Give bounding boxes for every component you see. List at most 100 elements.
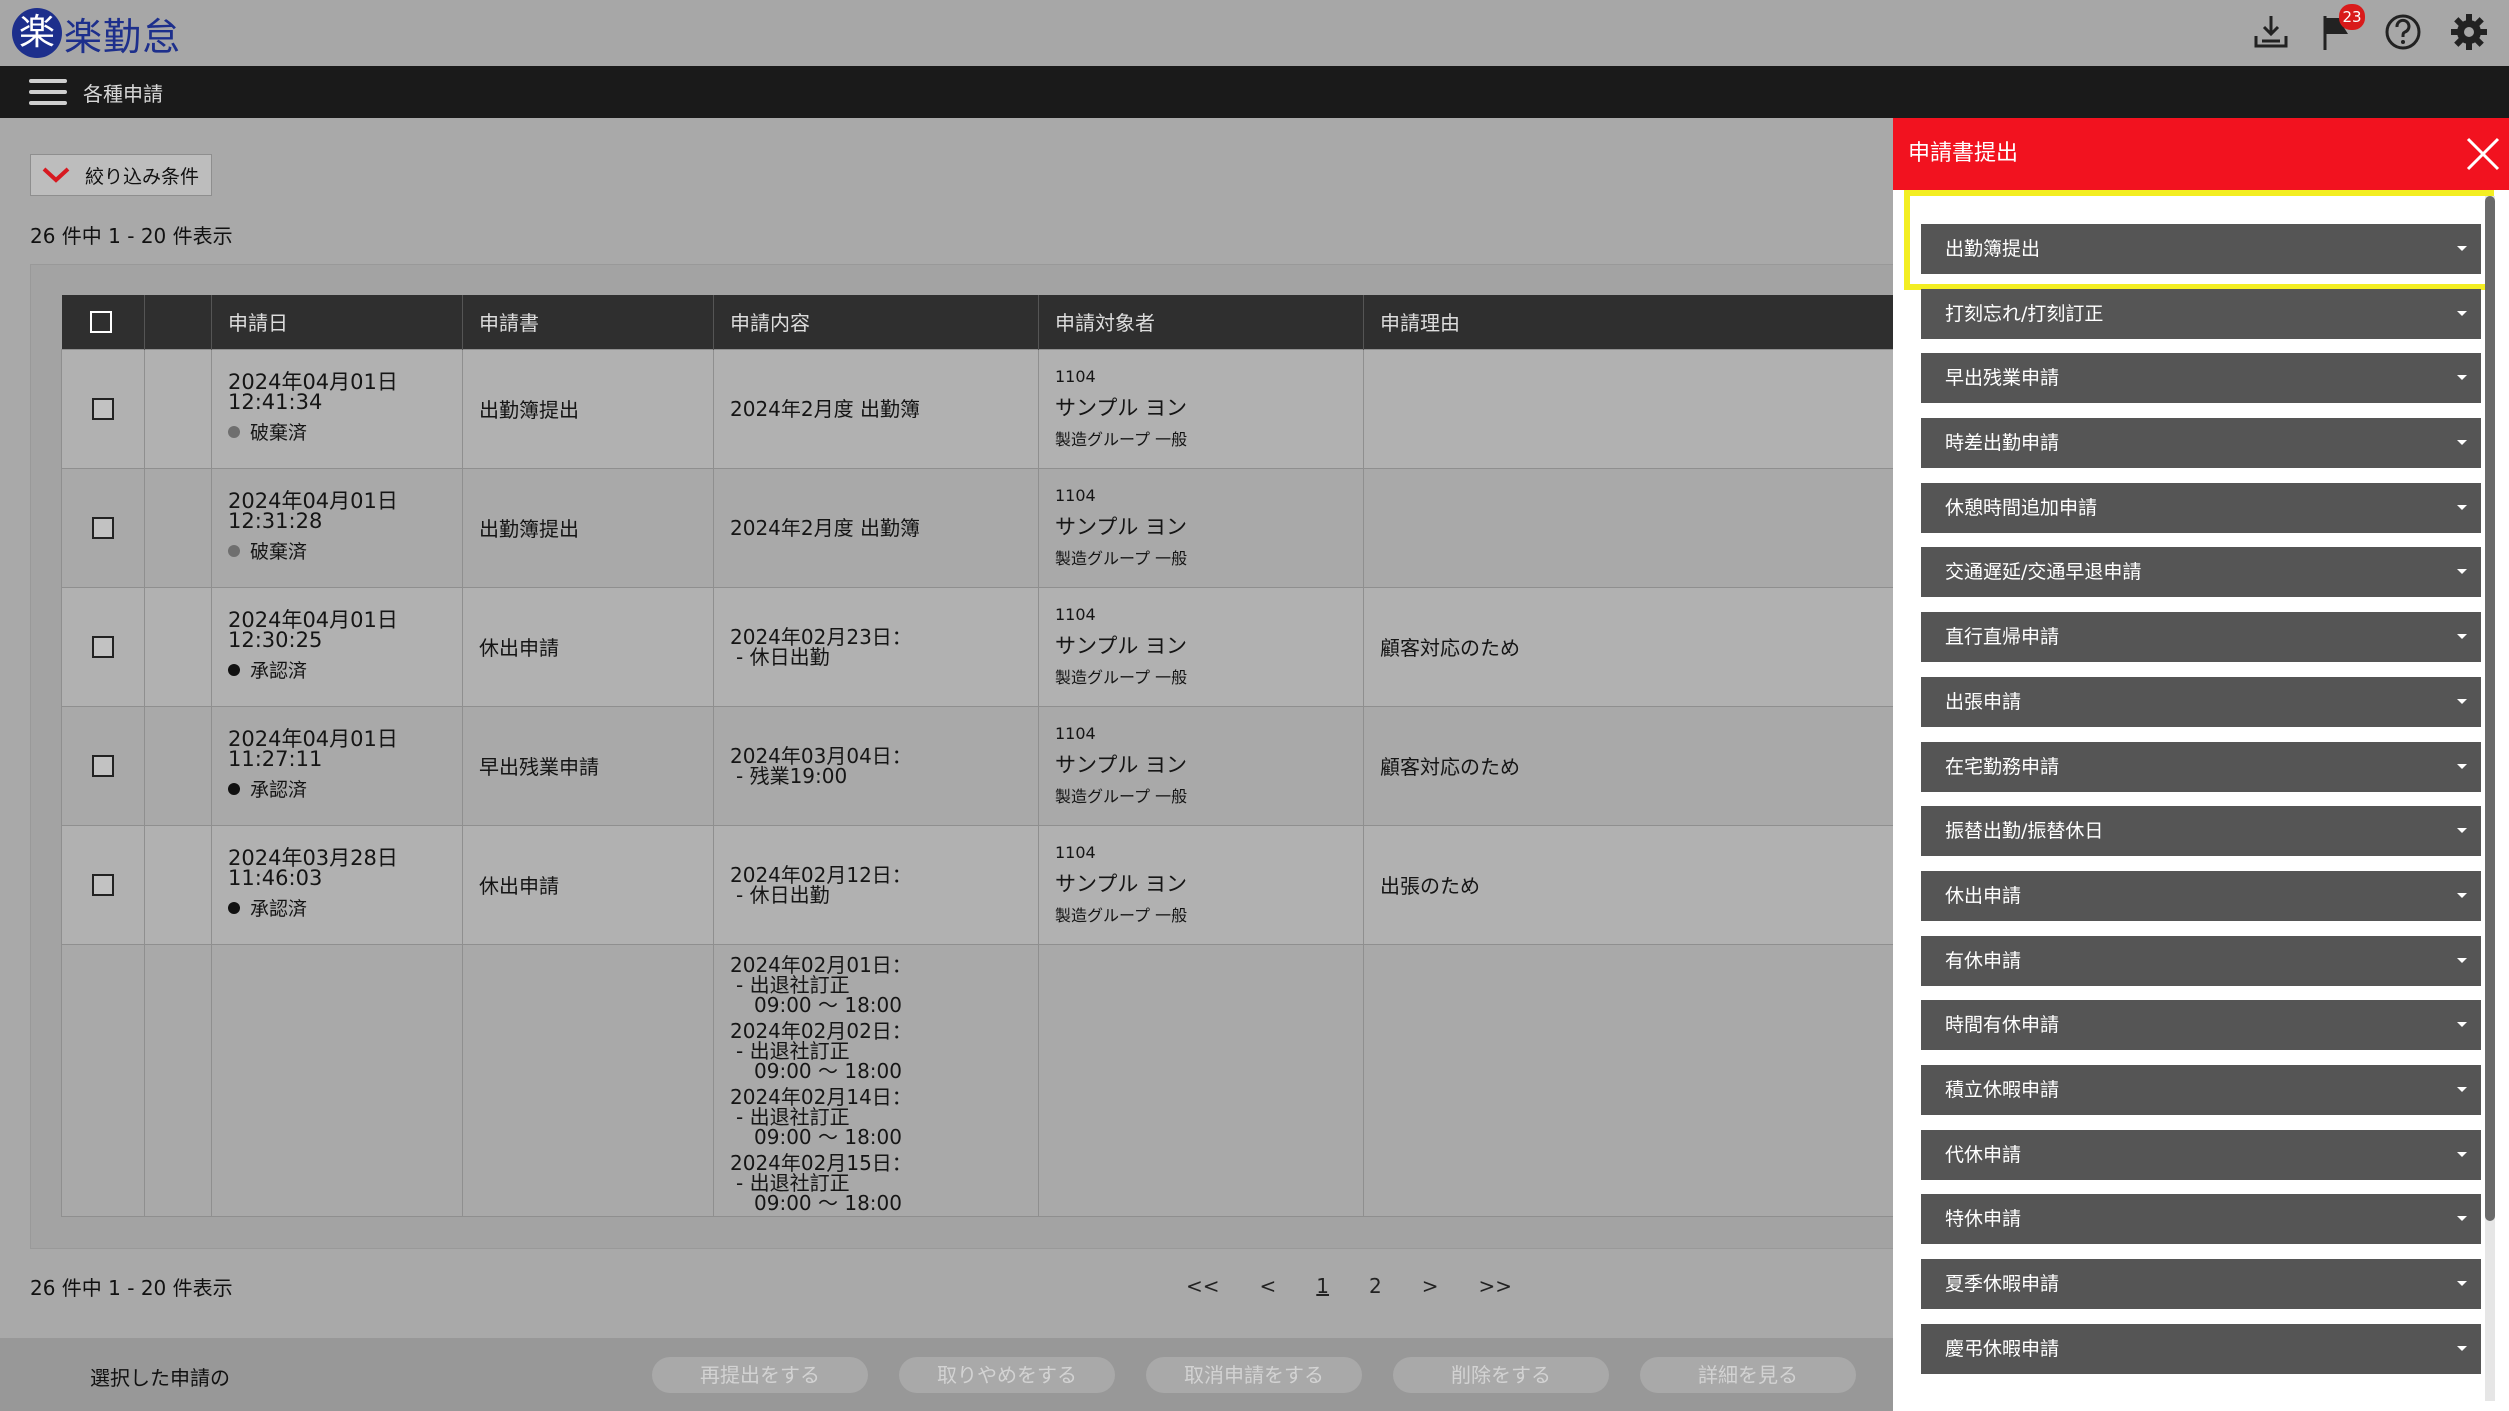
pager-next[interactable]: > <box>1422 1274 1439 1298</box>
application-type-item[interactable]: 振替出勤/振替休日 <box>1921 806 2481 857</box>
filter-toggle-button[interactable]: 絞り込み条件 <box>30 154 212 196</box>
employee-group: 製造グループ 一般 <box>1055 668 1188 687</box>
target-cell: 1104 サンプル ヨン 製造グループ 一般 <box>1038 586 1364 707</box>
table-row[interactable]: 2024年03月28日 11:46:03 承認済 休出申請 2024年02月12日： - … <box>61 824 1902 945</box>
content-line-2: - 休日出勤 <box>736 882 830 907</box>
correction-date: 2024年02月02日： <box>730 1018 912 1043</box>
content-line-2: - 休日出勤 <box>736 644 830 669</box>
content-line-1: 2024年2月度 出勤簿 <box>730 396 920 421</box>
application-time: 11:27:11 <box>228 747 323 771</box>
correction-date: 2024年02月14日： <box>730 1084 912 1109</box>
application-type-item[interactable]: 時差出勤申請 <box>1921 418 2481 469</box>
notification-badge: 23 <box>2339 4 2365 30</box>
filter-label: 絞り込み条件 <box>85 165 200 188</box>
table-row[interactable]: 2024年04月01日 12:30:25 承認済 休出申請 2024年02月23日： - … <box>61 586 1902 707</box>
application-type-item[interactable]: 有休申請 <box>1921 935 2481 986</box>
pager-prev[interactable]: < <box>1260 1274 1277 1298</box>
select-all-header <box>61 295 145 349</box>
pager-page-2[interactable]: 2 <box>1369 1274 1382 1298</box>
employee-group: 製造グループ 一般 <box>1055 787 1188 806</box>
result-count-bottom: 26 件中 1 - 20 件表示 <box>30 1276 233 1300</box>
header-date[interactable]: 申請日 <box>211 295 463 349</box>
form-cell: 出勤簿提出 <box>462 348 714 469</box>
content-cell: 2024年03月04日： - 残業19:00 <box>713 705 1039 826</box>
application-type-item[interactable]: 早出残業申請 <box>1921 353 2481 404</box>
help-icon[interactable] <box>2383 12 2423 52</box>
correction-kind: - 出退社訂正 <box>736 972 850 997</box>
row-checkbox[interactable] <box>92 516 114 539</box>
caret-down-icon <box>2457 957 2467 963</box>
employee-group: 製造グループ 一般 <box>1055 549 1188 568</box>
content-cell: 2024年02月01日： - 出退社訂正 09:00 ～ 18:00 2024年02月… <box>713 943 1039 1217</box>
application-type-item[interactable]: 代休申請 <box>1921 1129 2481 1180</box>
header-reason[interactable]: 申請理由 <box>1363 295 1902 349</box>
target-cell <box>1038 943 1364 1217</box>
row-checkbox[interactable] <box>92 397 114 420</box>
hamburger-menu-icon[interactable] <box>29 79 67 105</box>
row-select-cell <box>61 467 145 588</box>
pager-last[interactable]: >> <box>1479 1274 1513 1298</box>
application-date: 2024年04月01日 <box>228 370 398 394</box>
application-type-item[interactable]: 慶弔休暇申請 <box>1921 1323 2481 1374</box>
withdraw-button[interactable]: 取りやめをする <box>899 1357 1115 1393</box>
table-row[interactable]: 2024年02月01日： - 出退社訂正 09:00 ～ 18:00 2024年02月… <box>61 943 1902 1217</box>
application-type-item[interactable]: 休出申請 <box>1921 870 2481 921</box>
correction-time: 09:00 ～ 18:00 <box>754 1190 902 1215</box>
delete-button[interactable]: 削除をする <box>1393 1357 1609 1393</box>
header-form[interactable]: 申請書 <box>462 295 714 349</box>
row-blank-cell <box>144 586 212 707</box>
application-type-item[interactable]: 直行直帰申請 <box>1921 612 2481 663</box>
status-dot-icon <box>228 901 240 914</box>
table-row[interactable]: 2024年04月01日 11:27:11 承認済 早出残業申請 2024年03月04日：… <box>61 705 1902 826</box>
application-type-item[interactable]: 積立休暇申請 <box>1921 1064 2481 1115</box>
application-type-item[interactable]: 交通遅延/交通早退申請 <box>1921 547 2481 598</box>
cancel-request-button[interactable]: 取消申請をする <box>1146 1357 1362 1393</box>
table-row[interactable]: 2024年04月01日 12:31:28 破棄済 出勤簿提出 2024年2月度 出勤簿 1… <box>61 467 1902 588</box>
row-checkbox[interactable] <box>92 754 114 777</box>
date-cell: 2024年04月01日 11:27:11 承認済 <box>211 705 463 826</box>
application-type-item[interactable]: 時間有休申請 <box>1921 1000 2481 1051</box>
application-type-label: 代休申請 <box>1945 1143 2022 1166</box>
pager-first[interactable]: << <box>1186 1274 1220 1298</box>
status-text: 承認済 <box>250 779 308 801</box>
application-time: 11:46:03 <box>228 866 323 890</box>
pager-page-1[interactable]: 1 <box>1316 1274 1329 1298</box>
application-type-item[interactable]: 出勤簿提出 <box>1921 224 2481 274</box>
correction-kind: - 出退社訂正 <box>736 1104 850 1129</box>
status-text: 承認済 <box>250 898 308 920</box>
caret-down-icon <box>2457 1281 2467 1286</box>
row-checkbox[interactable] <box>92 873 114 896</box>
header-target[interactable]: 申請対象者 <box>1038 295 1364 349</box>
application-type-item[interactable]: 打刻忘れ/打刻訂正 <box>1921 288 2481 339</box>
select-all-checkbox[interactable] <box>89 310 112 333</box>
download-icon[interactable] <box>2251 12 2291 52</box>
target-cell: 1104 サンプル ヨン 製造グループ 一般 <box>1038 467 1364 588</box>
header-content[interactable]: 申請内容 <box>713 295 1039 349</box>
application-type-item[interactable]: 夏季休暇申請 <box>1921 1259 2481 1309</box>
app-logo[interactable]: 楽 楽勤怠 <box>12 8 181 59</box>
form-cell: 休出申請 <box>462 824 714 945</box>
row-select-cell <box>61 586 145 707</box>
reason-cell: 顧客対応のため <box>1363 705 1902 826</box>
scroll-thumb[interactable] <box>2485 196 2495 1221</box>
caret-down-icon <box>2457 569 2467 575</box>
panel-scrollbar[interactable] <box>2485 196 2495 1401</box>
employee-id: 1104 <box>1055 486 1096 505</box>
application-type-item[interactable]: 休憩時間追加申請 <box>1921 482 2481 533</box>
table-row[interactable]: 2024年04月01日 12:41:34 破棄済 出勤簿提出 2024年2月度 出勤簿 1… <box>61 348 1902 469</box>
content-line-2: - 残業19:00 <box>736 763 848 788</box>
row-select-cell <box>61 348 145 469</box>
content-line-1: 2024年03月04日： <box>730 743 912 768</box>
application-type-label: 時間有休申請 <box>1945 1014 2060 1037</box>
application-type-item[interactable]: 在宅勤務申請 <box>1921 741 2481 792</box>
caret-down-icon <box>2457 375 2467 381</box>
application-type-item[interactable]: 特休申請 <box>1921 1194 2481 1245</box>
close-icon[interactable] <box>2465 136 2501 172</box>
flag-notification-icon[interactable]: 23 <box>2317 4 2365 52</box>
gear-icon[interactable] <box>2449 12 2489 52</box>
status-text: 承認済 <box>250 660 308 682</box>
application-type-item[interactable]: 出張申請 <box>1921 676 2481 727</box>
row-checkbox[interactable] <box>92 635 114 658</box>
view-details-button[interactable]: 詳細を見る <box>1640 1357 1856 1393</box>
resubmit-button[interactable]: 再提出をする <box>652 1357 868 1393</box>
